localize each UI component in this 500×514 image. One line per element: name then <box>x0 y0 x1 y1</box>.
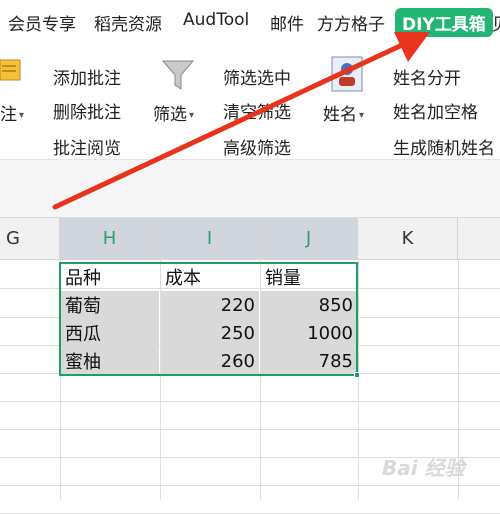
watermark: Bai 经验 <box>382 456 465 480</box>
annotation-arrow <box>52 32 430 210</box>
arrow-shaft <box>52 43 403 210</box>
